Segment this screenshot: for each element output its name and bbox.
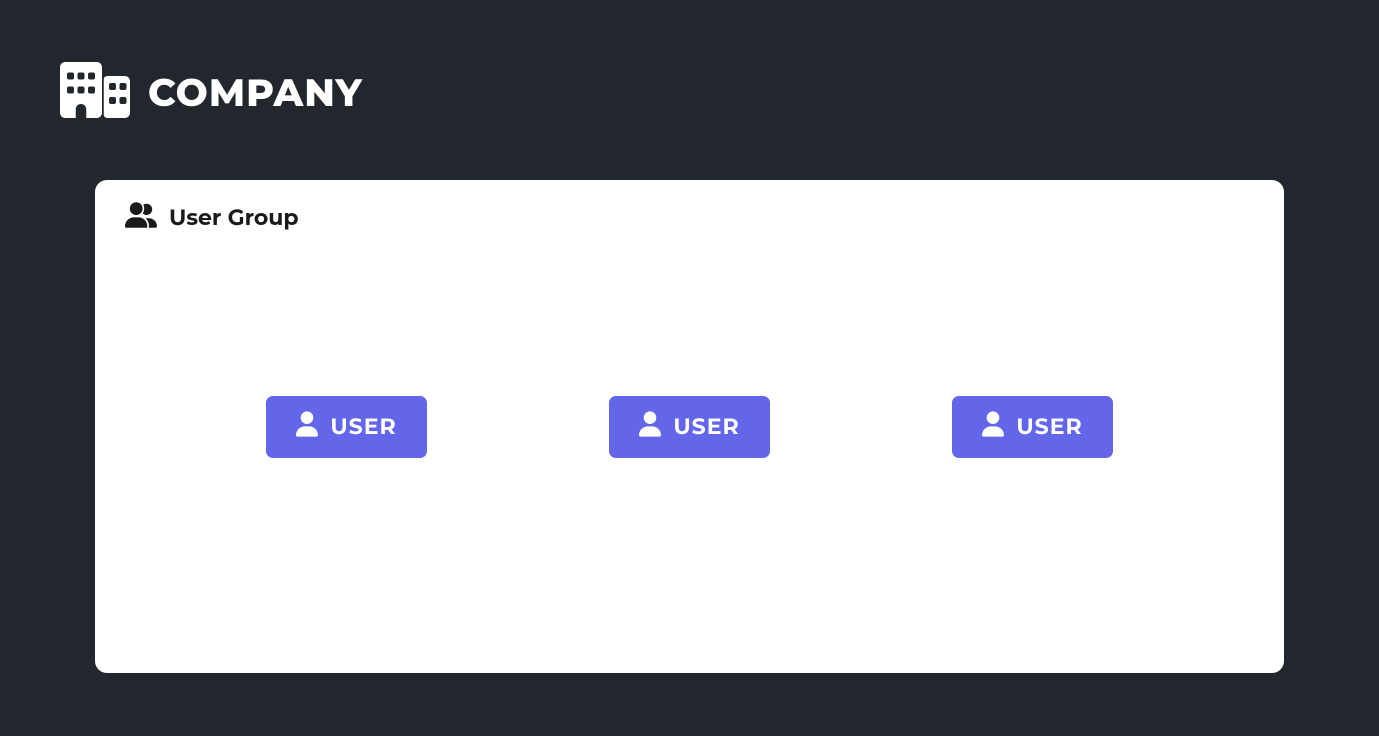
user-icon	[296, 411, 318, 443]
user-chip-label: USER	[1016, 413, 1082, 440]
company-title: COMPANY	[148, 69, 363, 116]
user-chip: USER	[952, 396, 1112, 458]
user-row: USER USER USER	[95, 396, 1284, 458]
user-group-card: User Group USER USER USER	[95, 180, 1284, 673]
user-chip: USER	[609, 396, 769, 458]
users-icon	[125, 202, 157, 233]
user-chip-label: USER	[673, 413, 739, 440]
page-header: COMPANY	[0, 0, 1379, 130]
card-header: User Group	[125, 202, 1254, 233]
card-title: User Group	[169, 204, 299, 231]
user-chip: USER	[266, 396, 426, 458]
user-chip-label: USER	[330, 413, 396, 440]
user-icon	[639, 411, 661, 443]
building-icon	[60, 55, 130, 130]
user-icon	[982, 411, 1004, 443]
